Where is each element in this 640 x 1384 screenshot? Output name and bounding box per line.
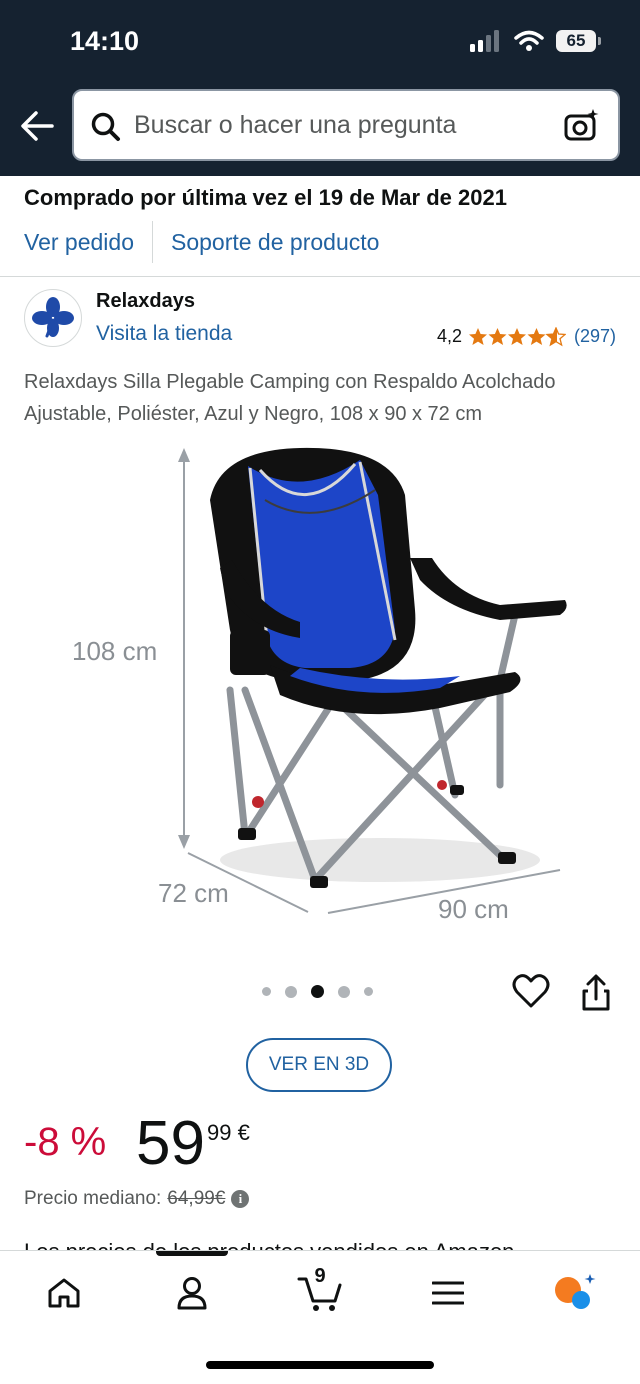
battery-indicator: 65 (556, 30, 601, 52)
carousel-dot[interactable] (262, 987, 271, 996)
view-in-3d-button[interactable]: VER EN 3D (246, 1038, 392, 1092)
median-price-label: Precio mediano: (24, 1188, 162, 1209)
wishlist-heart-icon[interactable] (512, 973, 550, 1009)
nav-home[interactable] (34, 1271, 94, 1315)
price-whole: 59 (136, 1109, 205, 1178)
rating-stars-icon (468, 326, 566, 346)
home-indicator (206, 1361, 434, 1369)
search-icon (91, 112, 120, 141)
view-order-link[interactable]: Ver pedido (24, 229, 134, 256)
nav-account[interactable] (162, 1271, 222, 1315)
account-icon (177, 1277, 207, 1310)
discount-percentage: -8 % (24, 1120, 107, 1164)
search-bar[interactable] (72, 89, 620, 161)
image-carousel-dots[interactable] (262, 985, 373, 998)
menu-icon (432, 1281, 464, 1305)
price-fraction: 99 € (207, 1120, 250, 1145)
dimension-depth-label: 72 cm (158, 878, 229, 908)
brand-name: Relaxdays (96, 290, 195, 312)
info-icon[interactable]: i (231, 1190, 250, 1208)
status-icons: 65 (470, 30, 601, 52)
link-divider (151, 221, 153, 263)
home-icon (48, 1278, 80, 1308)
product-image[interactable]: 108 cm 72 cm 90 cm (60, 440, 580, 930)
carousel-dot[interactable] (285, 985, 297, 998)
median-price-row: Precio mediano: 64,99€ i (24, 1188, 250, 1210)
rating-value: 4,2 (436, 326, 462, 346)
median-price-value: 64,99€ (167, 1188, 226, 1209)
rufus-assistant-icon (555, 1274, 596, 1309)
product-support-link[interactable]: Soporte de producto (171, 229, 379, 256)
nav-menu[interactable] (418, 1271, 478, 1315)
camera-icon[interactable] (564, 107, 600, 143)
search-input[interactable] (134, 91, 554, 159)
purchase-info: Comprado por última vez el 19 de Mar de … (24, 185, 507, 210)
signal-icon (470, 30, 499, 52)
rating-count: (297) (573, 326, 616, 346)
order-links: Ver pedido Soporte de producto (24, 221, 379, 263)
product-title: Relaxdays Silla Plegable Camping con Res… (24, 371, 556, 425)
carousel-dot-active[interactable] (311, 985, 324, 998)
share-icon[interactable] (580, 973, 612, 1013)
wifi-icon (514, 30, 544, 51)
visit-store-link[interactable]: Visita la tienda (96, 322, 232, 346)
dimension-height-label: 108 cm (72, 636, 157, 666)
status-time: 14:10 (70, 26, 140, 56)
carousel-dot[interactable] (338, 985, 350, 998)
dimension-width-label: 90 cm (438, 894, 509, 924)
nav-assistant[interactable] (544, 1271, 604, 1315)
brand-logo[interactable] (24, 289, 82, 347)
back-arrow-icon[interactable] (18, 108, 58, 144)
rating[interactable]: 4,2 (297) (437, 326, 616, 347)
nav-cart[interactable]: 9 (290, 1265, 350, 1315)
clover-logo-icon (32, 297, 74, 338)
top-header: 14:10 65 (0, 0, 640, 176)
nav-active-indicator (156, 1251, 228, 1256)
section-divider (0, 276, 640, 277)
cart-count: 9 (314, 1265, 326, 1287)
carousel-dot[interactable] (364, 987, 373, 996)
